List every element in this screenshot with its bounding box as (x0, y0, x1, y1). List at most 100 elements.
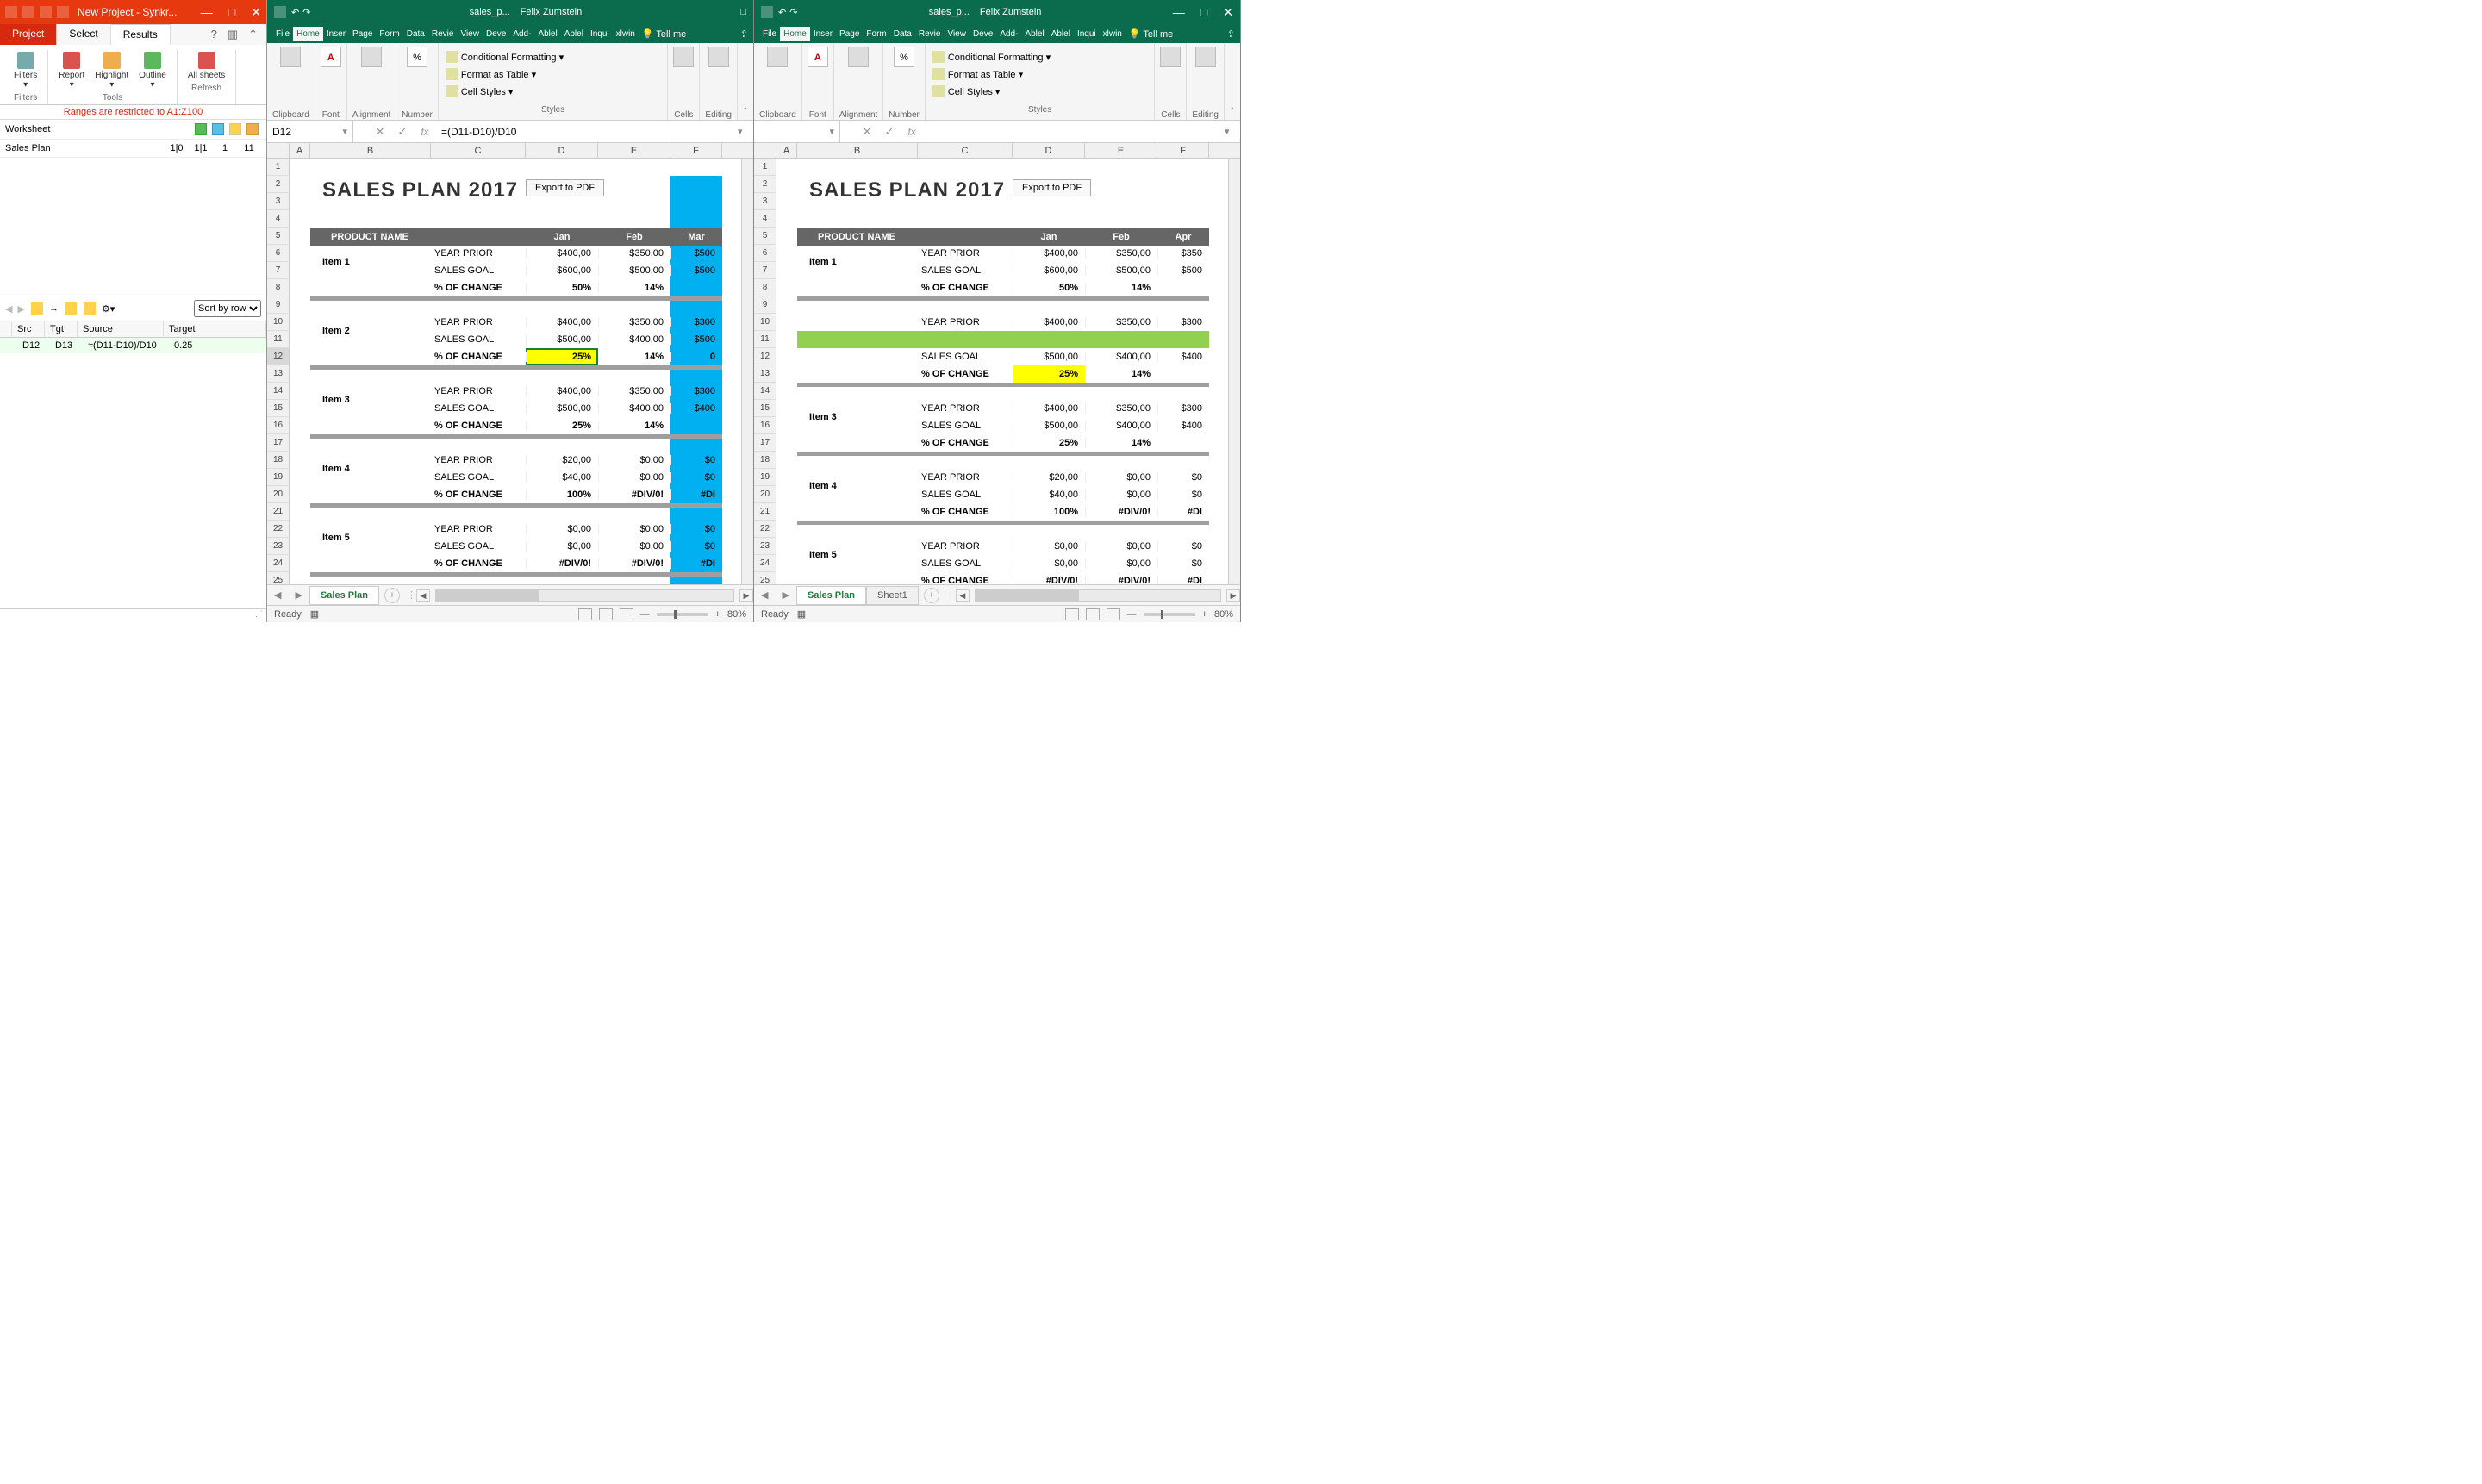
refresh-all-button[interactable]: All sheets (184, 50, 228, 82)
sheet-tab-salesplan[interactable]: Sales Plan (796, 586, 866, 605)
fx-icon[interactable]: fx (901, 126, 923, 138)
tell-me[interactable]: 💡 Tell me (1129, 28, 1173, 40)
export-pdf-button[interactable]: Export to PDF (1013, 179, 1091, 196)
conditional-formatting-button[interactable]: Conditional Formatting ▾ (932, 48, 1051, 65)
highlight-button[interactable]: Highlight▾ (91, 50, 132, 91)
editing-group[interactable]: Editing (1187, 43, 1225, 120)
tab-select[interactable]: Select (57, 24, 110, 45)
tell-me[interactable]: 💡 Tell me (642, 28, 686, 40)
tab-nav-next[interactable]: ▶ (288, 589, 309, 601)
pagebreak-view-button[interactable] (1107, 608, 1120, 620)
redo-icon[interactable]: ↷ (302, 7, 310, 18)
zoom-level[interactable]: 80% (1214, 609, 1233, 620)
grid[interactable]: ABCDEF 123456789101112131415161718192021… (267, 143, 753, 584)
zoom-out-button[interactable]: — (1127, 609, 1137, 620)
save-icon[interactable] (274, 6, 286, 18)
tab-project[interactable]: Project (0, 24, 57, 45)
ribbon-tab-form[interactable]: Form (863, 27, 889, 41)
add-sheet-button[interactable]: + (924, 588, 939, 603)
ribbon-tab-ablel[interactable]: Ablel (561, 27, 587, 41)
col-header-F[interactable]: F (670, 143, 722, 158)
export-pdf-button[interactable]: Export to PDF (526, 179, 604, 196)
ribbon-tab-revie[interactable]: Revie (428, 27, 458, 41)
help-icon[interactable]: ? (211, 28, 217, 41)
nav-icon[interactable] (84, 302, 96, 315)
ribbon-tab-home[interactable]: Home (293, 27, 323, 41)
share-icon[interactable]: ⇪ (1227, 28, 1235, 40)
nav-icon[interactable] (31, 302, 43, 315)
ribbon-tab-ablel[interactable]: Ablel (534, 27, 560, 41)
share-icon[interactable]: ⇪ (740, 28, 748, 40)
ribbon-tab-inqui[interactable]: Inqui (587, 27, 613, 41)
zoom-slider[interactable] (1144, 613, 1195, 616)
ribbon-tab-ablel[interactable]: Ablel (1021, 27, 1047, 41)
hscroll-left[interactable]: ◀ (416, 589, 430, 602)
hscrollbar[interactable] (435, 589, 734, 602)
sort-select[interactable]: Sort by row (194, 300, 261, 317)
add-sheet-button[interactable]: + (384, 588, 400, 603)
col-header-D[interactable]: D (1013, 143, 1085, 158)
col-header-B[interactable]: B (310, 143, 431, 158)
ribbon-tab-form[interactable]: Form (376, 27, 402, 41)
font-group[interactable]: AFont (315, 43, 347, 120)
minimize-button[interactable]: — (201, 5, 213, 20)
alignment-group[interactable]: Alignment (834, 43, 883, 120)
grid[interactable]: ABCDEF 123456789101112131415161718192021… (754, 143, 1240, 584)
col-header-D[interactable]: D (526, 143, 598, 158)
fx-icon[interactable]: fx (414, 126, 436, 138)
accept-formula-icon[interactable]: ✓ (391, 125, 414, 139)
tab-nav-next[interactable]: ▶ (775, 589, 795, 601)
name-box[interactable]: ▾ (754, 121, 840, 142)
tab-results[interactable]: Results (111, 24, 171, 45)
undo-icon[interactable]: ↶ (778, 7, 786, 18)
editing-group[interactable]: Editing (700, 43, 738, 120)
prev-arrow-icon[interactable]: ◀ (5, 303, 12, 315)
normal-view-button[interactable] (1065, 608, 1079, 620)
font-group[interactable]: AFont (802, 43, 834, 120)
layout-icon[interactable]: ▥ (228, 28, 238, 41)
col-header-F[interactable]: F (1157, 143, 1209, 158)
close-button[interactable]: ✕ (1223, 5, 1233, 20)
ribbon-tab-inqui[interactable]: Inqui (1074, 27, 1100, 41)
vscrollbar[interactable] (1228, 159, 1240, 584)
ribbon-tab-file[interactable]: File (272, 27, 293, 41)
collapse-ribbon-icon[interactable]: ⌃ (1225, 43, 1240, 120)
clipboard-group[interactable]: Clipboard (267, 43, 315, 120)
zoom-in-button[interactable]: + (1202, 609, 1207, 620)
ribbon-tab-add-[interactable]: Add- (996, 27, 1021, 41)
redo-icon[interactable]: ↷ (789, 7, 797, 18)
cells-group[interactable]: Cells (1155, 43, 1187, 120)
filters-button[interactable]: Filters▾ (10, 50, 41, 91)
ribbon-tab-home[interactable]: Home (780, 27, 810, 41)
tab-nav-prev[interactable]: ◀ (267, 589, 288, 601)
format-as-table-button[interactable]: Format as Table ▾ (446, 65, 536, 83)
report-button[interactable]: Report▾ (55, 50, 88, 91)
pagelayout-view-button[interactable] (599, 608, 613, 620)
ribbon-tab-revie[interactable]: Revie (915, 27, 945, 41)
diff-row[interactable]: D12 D13 ≈(D11-D10)/D10 0.25 (0, 338, 266, 353)
pagebreak-view-button[interactable] (620, 608, 633, 620)
ribbon-tab-page[interactable]: Page (836, 27, 863, 41)
cells-group[interactable]: Cells (668, 43, 700, 120)
save-icon[interactable] (761, 6, 773, 18)
accept-formula-icon[interactable]: ✓ (878, 125, 901, 139)
formula-input[interactable]: =(D11-D10)/D10 (436, 126, 738, 138)
cancel-formula-icon[interactable]: ✕ (369, 125, 391, 139)
next-arrow-icon[interactable]: ▶ (17, 303, 24, 315)
hscroll-right[interactable]: ▶ (1226, 589, 1240, 602)
ribbon-tab-view[interactable]: View (457, 27, 483, 41)
chevron-up-icon[interactable]: ⌃ (248, 28, 258, 41)
hscroll-right[interactable]: ▶ (739, 589, 753, 602)
cell-styles-button[interactable]: Cell Styles ▾ (446, 83, 514, 100)
alignment-group[interactable]: Alignment (347, 43, 396, 120)
macro-icon[interactable]: ▦ (310, 608, 319, 620)
sheet-tab-sheet1[interactable]: Sheet1 (866, 586, 919, 605)
row-headers[interactable]: 1234567891011121314151617181920212223242… (267, 159, 290, 584)
ribbon-tab-add-[interactable]: Add- (509, 27, 534, 41)
ribbon-tab-data[interactable]: Data (890, 27, 915, 41)
minimize-button[interactable]: — (1173, 5, 1185, 20)
col-header-E[interactable]: E (598, 143, 670, 158)
ribbon-tab-file[interactable]: File (759, 27, 780, 41)
ribbon-tab-page[interactable]: Page (349, 27, 376, 41)
number-group[interactable]: %Number (396, 43, 439, 120)
